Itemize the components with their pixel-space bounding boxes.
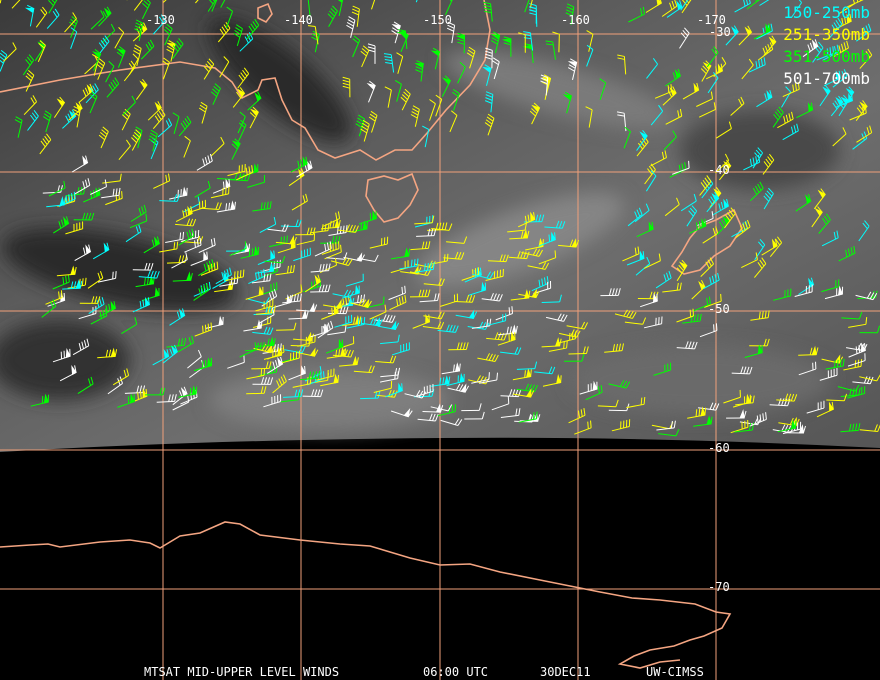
lon-label-160: -160 bbox=[561, 13, 590, 27]
coastline-antarctica bbox=[0, 521, 732, 669]
footer-time: 06:00 UTC bbox=[423, 665, 489, 679]
lat-label-60: -60 bbox=[708, 441, 730, 455]
footer-date: 30DEC11 bbox=[540, 665, 591, 679]
lat-label-50: -50 bbox=[708, 302, 730, 316]
satellite-wind-map: -130 -140 -150 -160 -170 -30 -40 -50 -60… bbox=[0, 0, 880, 680]
lat-label-30: -30 bbox=[709, 25, 731, 39]
legend-150-250mb: 150-250mb bbox=[783, 3, 870, 22]
lon-label-140: -140 bbox=[284, 13, 313, 27]
lon-label-150: -150 bbox=[423, 13, 452, 27]
legend-501-700mb: 501-700mb bbox=[783, 69, 870, 88]
footer-product: MTSAT MID-UPPER LEVEL WINDS bbox=[144, 665, 340, 679]
legend-351-500mb: 351-500mb bbox=[783, 47, 870, 66]
lat-label-40: -40 bbox=[708, 163, 730, 177]
map-canvas bbox=[0, 0, 880, 680]
footer-credit: UW-CIMSS bbox=[646, 665, 704, 679]
lon-label-130: -130 bbox=[146, 13, 175, 27]
legend-251-350mb: 251-350mb bbox=[783, 25, 870, 44]
lat-label-70: -70 bbox=[708, 580, 730, 594]
map-footer: MTSAT MID-UPPER LEVEL WINDS 06:00 UTC 30… bbox=[0, 665, 880, 679]
